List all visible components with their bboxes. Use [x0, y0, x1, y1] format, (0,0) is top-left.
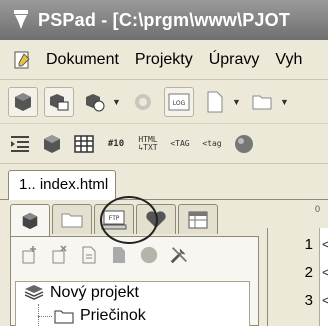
indent-icon — [11, 135, 29, 152]
menu-projekty[interactable]: Projekty — [127, 51, 201, 69]
tree-connector — [38, 304, 39, 326]
tag-lower-button[interactable]: <tag — [200, 132, 224, 156]
code-line: < — [322, 236, 328, 252]
editor-area: 0 1 2 3 < < < — [259, 200, 328, 326]
secondary-toolbar: #10 HTML ↳TXT <TAG <tag — [0, 124, 328, 164]
project-panel: FTP Nový projekt Priečinok — [4, 200, 259, 326]
save-project-button[interactable] — [80, 87, 110, 117]
tag-upper-button[interactable]: <TAG — [168, 132, 192, 156]
tab-project[interactable] — [10, 204, 50, 236]
project-icon — [15, 92, 31, 111]
add-file-button[interactable] — [19, 245, 39, 265]
folder-icon — [54, 310, 74, 324]
tree-item-label: Nový projekt — [50, 284, 139, 301]
line-number: 2 — [304, 264, 313, 281]
html-txt-button[interactable]: HTML ↳TXT — [136, 132, 160, 156]
menu-vyhled[interactable]: Vyh — [267, 51, 310, 69]
ftp-icon: FTP — [101, 210, 127, 229]
log-icon: LOG — [168, 93, 190, 110]
indent-button[interactable] — [8, 132, 32, 156]
remove-file-icon — [52, 245, 67, 264]
menu-bar: Dokument Projekty Úpravy Vyh — [0, 40, 328, 80]
main-toolbar: ▼ LOG ▼ ▼ — [0, 80, 328, 124]
disabled-tool-button[interactable] — [128, 87, 158, 117]
file-tab-index-html[interactable]: 1.. index.html — [8, 170, 116, 201]
tab-ftp[interactable]: FTP — [94, 204, 134, 234]
sphere-icon — [235, 134, 253, 153]
window-title: PSPad - [C:\prgm\www\PJOT — [38, 9, 291, 30]
file-open-button[interactable] — [109, 245, 129, 265]
pspad-app-icon — [14, 10, 28, 29]
add-file-icon — [22, 246, 36, 264]
code-editor[interactable]: < < < — [319, 228, 328, 326]
table-hash-button[interactable]: #10 — [104, 132, 128, 156]
line-number-gutter: 1 2 3 — [267, 228, 319, 326]
menu-dokument[interactable]: Dokument — [38, 51, 127, 69]
project-button[interactable] — [8, 86, 38, 117]
panel-tabs: FTP — [10, 204, 218, 236]
heart-icon — [146, 210, 166, 228]
menu-upravy[interactable]: Úpravy — [201, 51, 268, 69]
code-explorer-button[interactable] — [40, 132, 64, 156]
save-project-icon — [86, 93, 105, 111]
clip-window-icon — [188, 211, 208, 228]
record-button[interactable] — [139, 245, 159, 265]
document-icon — [14, 51, 30, 68]
browser-button[interactable] — [232, 132, 256, 156]
table-hash-label: #10 — [107, 138, 125, 149]
project-stack-icon — [24, 285, 44, 300]
ruler-mark: 0 — [315, 204, 321, 214]
table-button[interactable] — [72, 132, 96, 156]
txt-label: ↳TXT — [138, 142, 158, 152]
circle-icon — [140, 246, 158, 264]
line-number: 3 — [304, 292, 313, 309]
tab-file-explorer[interactable] — [52, 204, 92, 234]
new-file-icon — [207, 91, 223, 112]
project-tree: Nový projekt Priečinok — [15, 281, 250, 326]
ftp-label: FTP — [109, 215, 120, 222]
chevron-down-icon[interactable]: ▼ — [112, 97, 122, 107]
open-project-button[interactable] — [44, 86, 74, 117]
file-solid-icon — [113, 247, 125, 263]
project-icon — [22, 212, 38, 229]
file-icon — [82, 246, 96, 264]
chevron-down-icon[interactable]: ▼ — [232, 97, 242, 107]
folder-icon — [61, 213, 83, 227]
tree-item-folder[interactable]: Priečinok — [54, 307, 146, 325]
title-bar: PSPad - [C:\prgm\www\PJOT — [0, 0, 328, 40]
tools-icon — [170, 247, 187, 264]
code-line: < — [322, 292, 328, 308]
open-file-button[interactable] — [248, 87, 278, 117]
globe-icon — [135, 93, 151, 110]
tag-lower-label: <tag — [202, 138, 222, 148]
ruler: 0 — [259, 200, 328, 228]
tree-item-label: Priečinok — [80, 307, 146, 324]
code-line: < — [322, 264, 328, 280]
table-icon — [74, 134, 94, 153]
project-settings-button[interactable] — [169, 245, 189, 265]
open-folder-icon — [252, 95, 272, 109]
tab-clip[interactable] — [178, 204, 218, 234]
svg-text:LOG: LOG — [173, 100, 186, 107]
file-tab-strip: 1.. index.html — [0, 164, 328, 201]
open-project-icon — [50, 93, 69, 110]
line-number: 1 — [304, 236, 313, 253]
project-panel-body: Nový projekt Priečinok — [10, 236, 259, 326]
new-file-button[interactable] — [200, 87, 230, 117]
file-properties-button[interactable] — [79, 245, 99, 265]
log-button[interactable]: LOG — [164, 86, 194, 117]
tree-connector — [38, 316, 52, 317]
tag-upper-label: <TAG — [170, 138, 190, 148]
tree-item-new-project[interactable]: Nový projekt — [24, 284, 139, 302]
remove-file-button[interactable] — [49, 245, 69, 265]
cube-icon — [44, 134, 60, 153]
project-panel-toolbar — [19, 245, 189, 265]
tab-favorites[interactable] — [136, 204, 176, 234]
chevron-down-icon[interactable]: ▼ — [280, 97, 290, 107]
